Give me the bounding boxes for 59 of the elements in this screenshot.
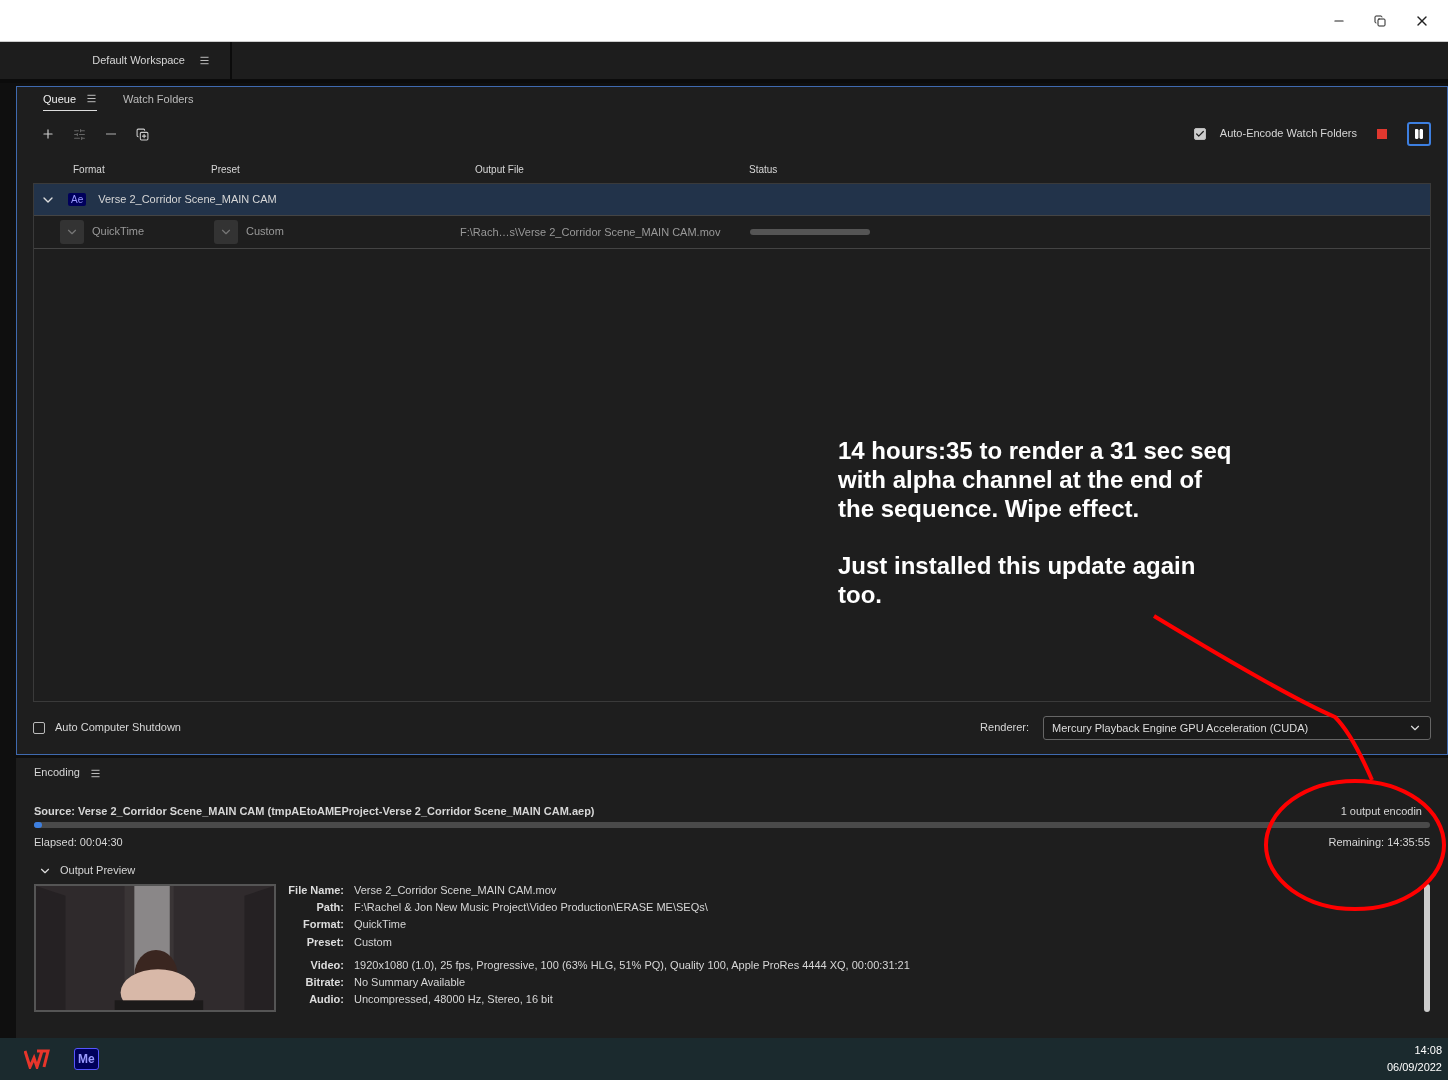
add-button[interactable] bbox=[41, 127, 55, 141]
output-file-link[interactable]: F:\Rach…s\Verse 2_Corridor Scene_MAIN CAM.mov bbox=[460, 226, 721, 238]
source-row[interactable]: Ae Verse 2_Corridor Scene_MAIN CAM bbox=[34, 184, 1430, 216]
sliders-icon bbox=[73, 127, 86, 141]
duplicate-icon bbox=[136, 127, 149, 141]
detail-label: Bitrate: bbox=[304, 975, 344, 990]
shutdown-label: Auto Computer Shutdown bbox=[55, 721, 181, 735]
settings-button[interactable] bbox=[73, 127, 86, 141]
scrollbar[interactable] bbox=[1424, 884, 1430, 1012]
detail-value: 1920x1080 (1.0), 25 fps, Progressive, 100 (63% HLG, 51% PQ), Quality 100, Apple ProRes 4444 XQ, 00:00:31:21 bbox=[354, 958, 910, 972]
column-header: Format bbox=[73, 164, 106, 176]
preview-toggle[interactable]: Output Preview bbox=[60, 864, 136, 878]
plus-icon bbox=[41, 127, 55, 141]
elapsed-text: Elapsed: 00:04:30 bbox=[34, 836, 123, 850]
detail-value: Custom bbox=[354, 935, 393, 949]
detail-label: Format: bbox=[302, 918, 344, 932]
panel-title: Encoding bbox=[34, 766, 80, 780]
panel-tab[interactable]: Queue bbox=[43, 87, 98, 111]
source-name: Verse 2_Corridor Scene_MAIN CAM bbox=[98, 192, 277, 207]
detail-value: Uncompressed, 48000 Hz, Stereo, 16 bit bbox=[354, 993, 554, 1007]
preset-value: Custom bbox=[245, 225, 285, 239]
renderer-dropdown[interactable]: Mercury Playback Engine GPU Acceleration (CUDA) bbox=[1043, 716, 1431, 740]
clock-time: 14:08 bbox=[1414, 1044, 1442, 1058]
clock-date: 06/09/2022 bbox=[1386, 1060, 1442, 1074]
auto-encode-checkbox[interactable] bbox=[1193, 128, 1206, 140]
detail-value: QuickTime bbox=[354, 918, 408, 932]
detail-label: File Name: bbox=[288, 884, 344, 898]
shutdown-checkbox[interactable] bbox=[33, 722, 45, 734]
annotation-text: Just installed this update again too. bbox=[838, 551, 1197, 609]
duplicate-button[interactable] bbox=[136, 127, 149, 141]
detail-value: F:\Rachel & Jon New Music Project\Video Production\ERASE ME\SEQs\ bbox=[354, 901, 709, 915]
workspace-tab[interactable]: Default Workspace bbox=[92, 53, 185, 68]
renderer-label: Renderer: bbox=[980, 721, 1029, 735]
detail-value: Verse 2_Corridor Scene_MAIN CAM.mov bbox=[354, 884, 558, 898]
app-badge: Ae bbox=[68, 193, 87, 206]
column-header: Preset bbox=[211, 164, 241, 176]
app-logo-icon[interactable] bbox=[24, 1049, 50, 1069]
annotation-text: 14 hours:35 to render a 31 sec seq with alpha channel at the end of the sequence. Wipe effect. bbox=[838, 436, 1233, 523]
minus-icon bbox=[106, 133, 116, 135]
detail-label: Audio: bbox=[308, 993, 344, 1007]
source-text: Source: Verse 2_Corridor Scene_MAIN CAM (tmpAEtoAMEProject-Verse 2_Corridor Scene_MAIN CAM.aep) bbox=[34, 804, 595, 818]
pause-button[interactable] bbox=[1407, 122, 1431, 146]
menu-icon[interactable] bbox=[199, 55, 210, 66]
detail-label: Preset: bbox=[305, 935, 344, 949]
column-header: Output File bbox=[475, 164, 525, 176]
detail-value: No Summary Available bbox=[354, 975, 467, 990]
taskbar-app[interactable]: Me bbox=[74, 1048, 99, 1070]
remaining-text: Remaining: 14:35:55 bbox=[1328, 836, 1430, 850]
restore-icon[interactable] bbox=[1374, 14, 1386, 27]
format-value: QuickTime bbox=[91, 225, 146, 239]
auto-encode-label: Auto-Encode Watch Folders bbox=[1219, 127, 1357, 141]
pause-icon bbox=[1413, 128, 1425, 140]
detail-label: Path: bbox=[315, 901, 344, 915]
column-header: Status bbox=[749, 164, 779, 176]
menu-icon[interactable] bbox=[86, 93, 98, 104]
output-count: 1 output encodin bbox=[1340, 804, 1422, 818]
panel-tab[interactable]: Watch Folders bbox=[123, 87, 194, 111]
menu-icon[interactable] bbox=[89, 767, 101, 779]
detail-label: Video: bbox=[309, 958, 344, 972]
